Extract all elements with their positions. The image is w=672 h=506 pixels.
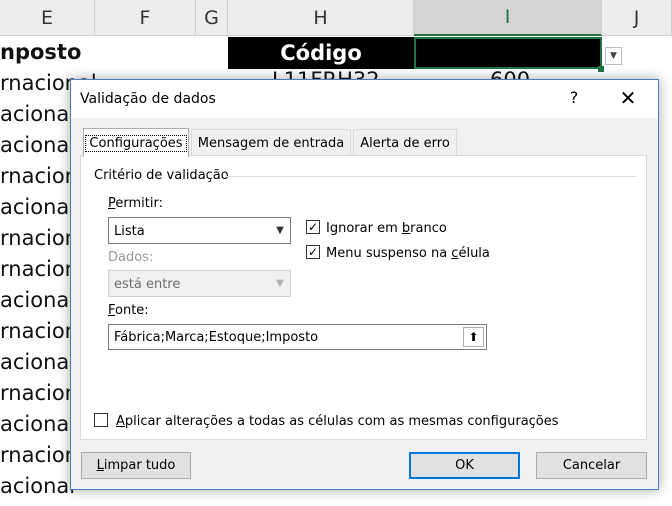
settings-panel: Critério de validação Permitir: Lista ▼ … <box>80 155 647 440</box>
column-header-f[interactable]: F <box>95 0 196 36</box>
collapse-dialog-button[interactable]: ⬆ <box>463 327 484 347</box>
cell-dropdown-button[interactable]: ▼ <box>605 47 622 65</box>
cell-h1-codigo[interactable]: Código <box>228 37 414 69</box>
arrow-up-icon: ⬆ <box>468 330 479 344</box>
ignorar-em-branco-checkbox[interactable]: ✓ <box>306 220 320 234</box>
fill-handle[interactable] <box>598 66 604 72</box>
data-validation-dialog: Validação de dados ? ✕ Configurações Men… <box>70 79 659 490</box>
limpar-tudo-label: Limpar tudo <box>96 458 176 473</box>
fonte-input[interactable]: Fábrica;Marca;Estoque;Imposto ⬆ <box>108 324 487 350</box>
dialog-title: Validação de dados <box>80 91 216 107</box>
permitir-label: Permitir: <box>108 196 163 211</box>
column-header-h[interactable]: H <box>228 0 414 36</box>
group-divider <box>226 176 636 177</box>
close-button[interactable]: ✕ <box>617 86 639 110</box>
fonte-label: Fonte: <box>108 303 149 318</box>
tab-configuracoes[interactable]: Configurações <box>83 128 189 157</box>
chevron-down-icon: ▼ <box>276 278 284 289</box>
dados-select: está entre ▼ <box>108 270 291 297</box>
ok-button[interactable]: OK <box>409 452 520 479</box>
dados-label: Dados: <box>108 250 154 265</box>
checkmark-icon: ✓ <box>307 245 319 259</box>
column-header-g[interactable]: G <box>196 0 228 36</box>
active-cell-i1[interactable] <box>414 37 602 69</box>
aplicar-alteracoes-checkbox[interactable] <box>94 413 108 427</box>
cell-e1[interactable]: nposto <box>0 37 100 68</box>
group-label: Critério de validação <box>94 168 233 183</box>
menu-suspenso-checkbox[interactable]: ✓ <box>306 245 320 259</box>
cancelar-button[interactable]: Cancelar <box>536 452 647 479</box>
limpar-tudo-button[interactable]: Limpar tudo <box>81 452 191 479</box>
column-header-j[interactable]: J <box>602 0 672 36</box>
checkmark-icon: ✓ <box>307 220 319 234</box>
help-button[interactable]: ? <box>564 88 584 107</box>
dialog-titlebar[interactable]: Validação de dados ? ✕ <box>71 80 658 118</box>
menu-suspenso-label: Menu suspenso na célula <box>326 246 490 261</box>
tab-label: Alerta de erro <box>360 135 450 151</box>
tab-label: Mensagem de entrada <box>197 135 345 151</box>
dados-value: está entre <box>114 277 181 292</box>
chevron-down-icon: ▼ <box>276 225 284 236</box>
column-header-i[interactable]: I <box>414 0 602 36</box>
chevron-down-icon: ▼ <box>610 51 617 61</box>
tab-label: Configurações <box>85 134 187 152</box>
aplicar-alteracoes-label: Aplicar alterações a todas as células co… <box>116 414 559 429</box>
fonte-value: Fábrica;Marca;Estoque;Imposto <box>114 330 319 345</box>
column-header-e[interactable]: E <box>0 0 95 36</box>
tab-mensagem-de-entrada[interactable]: Mensagem de entrada <box>191 129 351 156</box>
permitir-value: Lista <box>114 224 145 239</box>
permitir-select[interactable]: Lista ▼ <box>108 217 291 244</box>
tab-alerta-de-erro[interactable]: Alerta de erro <box>353 129 457 156</box>
ignorar-em-branco-label: Ignorar em branco <box>326 221 447 236</box>
